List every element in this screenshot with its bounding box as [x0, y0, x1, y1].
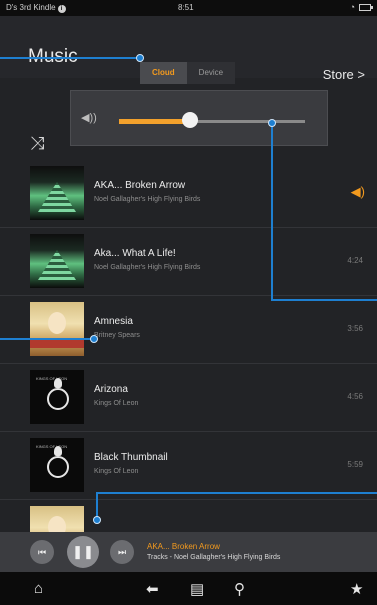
track-title: Arizona — [94, 384, 128, 395]
pause-icon[interactable]: ❚❚ — [67, 536, 99, 568]
now-playing-speaker-icon: ◀) — [350, 184, 365, 199]
track-duration: 4:56 — [347, 392, 363, 401]
callout-dot — [90, 335, 98, 343]
battery-icon — [359, 4, 373, 11]
volume-fill — [119, 119, 190, 124]
track-artist: Noel Gallagher's High Flying Birds — [94, 264, 201, 271]
album-art — [30, 166, 84, 220]
bottom-nav: ⌂ ⬅ ▤ ⚲ ★ — [0, 572, 377, 605]
album-art — [30, 234, 84, 288]
player-bar: ⏮ ❚❚ ⏭ AKA... Broken Arrow Tracks - Noel… — [0, 532, 377, 572]
track-duration: 5:59 — [347, 460, 363, 469]
track-artist: Kings Of Leon — [94, 468, 139, 475]
favorites-icon[interactable]: ★ — [350, 580, 363, 598]
track-title: Amnesia — [94, 316, 133, 327]
search-icon[interactable]: ⚲ — [234, 580, 245, 598]
home-icon[interactable]: ⌂ — [34, 580, 43, 597]
album-art: KINGS OF LEON — [30, 370, 84, 424]
callout-dot — [268, 119, 276, 127]
album-art — [30, 302, 84, 356]
back-icon[interactable]: ⬅ — [146, 580, 159, 598]
track-row[interactable]: KINGS OF LEON Black Thumbnail Kings Of L… — [0, 432, 377, 500]
status-bar: D's 3rd Kindle i 8:51 ◔ — [0, 0, 377, 16]
track-row[interactable]: Amnesia Britney Spears 3:56 — [0, 296, 377, 364]
track-title: Aka... What A Life! — [94, 248, 176, 259]
track-duration: 4:24 — [347, 256, 363, 265]
previous-icon[interactable]: ⏮ — [30, 540, 54, 564]
album-art: KINGS OF LEON — [30, 438, 84, 492]
track-duration: 3:56 — [347, 324, 363, 333]
app-header: Music Cloud Device Store > — [0, 16, 377, 84]
track-artist: Kings Of Leon — [94, 400, 139, 407]
callout-dot — [136, 54, 144, 62]
speaker-icon: ◀)) — [81, 112, 97, 124]
now-playing-title[interactable]: AKA... Broken Arrow — [147, 542, 220, 551]
track-list: AKA... Broken Arrow Noel Gallagher's Hig… — [0, 160, 377, 568]
track-artist: Noel Gallagher's High Flying Birds — [94, 196, 201, 203]
wifi-icon: ◔ — [349, 2, 355, 12]
track-row[interactable]: Aka... What A Life! Noel Gallagher's Hig… — [0, 228, 377, 296]
info-icon: i — [57, 5, 66, 13]
tab-device[interactable]: Device — [186, 62, 236, 84]
track-artist: Britney Spears — [94, 332, 140, 339]
now-playing-subtitle: Tracks - Noel Gallagher's High Flying Bi… — [147, 554, 281, 561]
callout-line — [96, 492, 377, 494]
source-toggle: Cloud Device — [140, 62, 236, 84]
next-icon[interactable]: ⏭ — [110, 540, 134, 564]
track-row[interactable]: AKA... Broken Arrow Noel Gallagher's Hig… — [0, 160, 377, 228]
track-row[interactable]: KINGS OF LEON Arizona Kings Of Leon 4:56 — [0, 364, 377, 432]
track-title: Black Thumbnail — [94, 452, 168, 463]
device-name: D's 3rd Kindle i — [6, 3, 66, 13]
menu-icon[interactable]: ▤ — [190, 580, 204, 598]
callout-dot — [93, 516, 101, 524]
clock: 8:51 — [178, 3, 194, 12]
kindle-screen: D's 3rd Kindle i 8:51 ◔ Music Cloud Devic… — [0, 0, 377, 605]
volume-slider-knob[interactable] — [181, 112, 198, 128]
store-link[interactable]: Store > — [323, 67, 365, 82]
track-title: AKA... Broken Arrow — [94, 180, 186, 191]
volume-popup: ◀)) — [70, 90, 328, 146]
callout-line — [0, 338, 94, 340]
callout-line — [271, 299, 377, 301]
callout-line — [271, 122, 273, 300]
tab-cloud[interactable]: Cloud — [140, 62, 187, 84]
callout-line — [0, 57, 140, 59]
shuffle-icon[interactable]: ⤨ — [30, 133, 44, 154]
